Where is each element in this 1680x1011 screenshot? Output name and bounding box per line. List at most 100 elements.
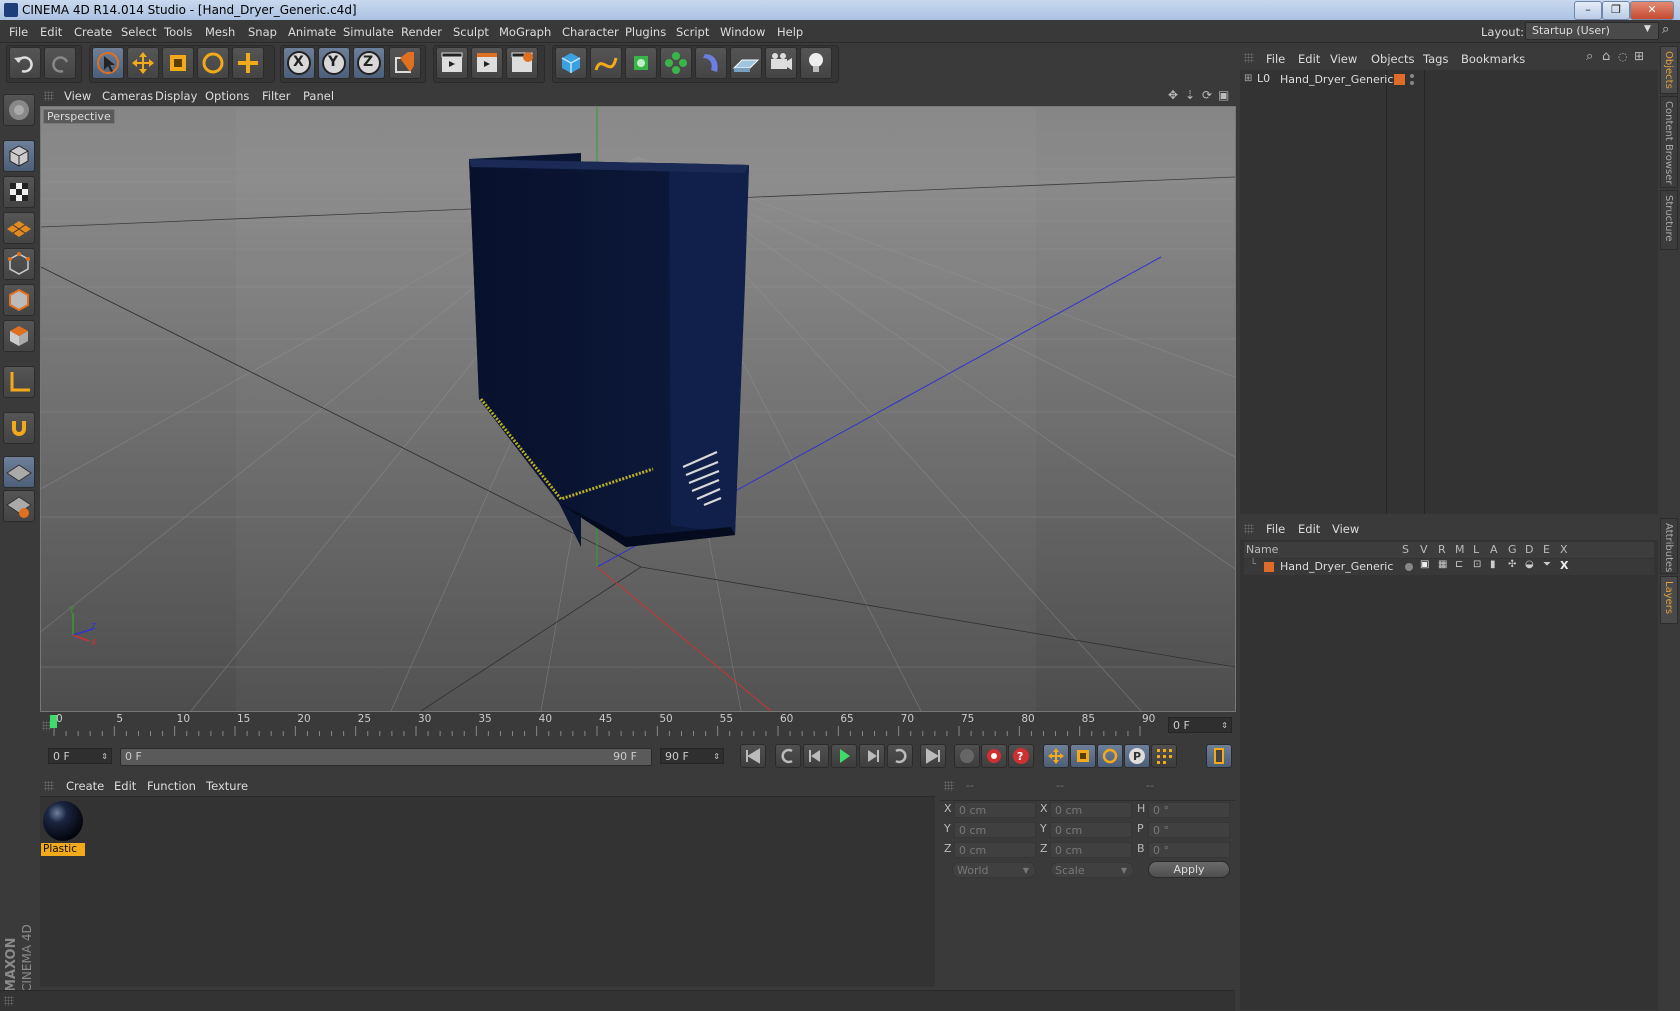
layer-menu-view[interactable]: View <box>1332 522 1359 536</box>
pos-y-field[interactable]: 0 cm <box>954 822 1036 838</box>
tab-structure[interactable]: Structure <box>1660 190 1678 250</box>
end-frame-field[interactable]: 90 F ⇕ <box>660 748 724 764</box>
menu-simulate[interactable]: Simulate <box>343 25 394 39</box>
obj-menu-objects[interactable]: Objects <box>1371 52 1414 66</box>
tab-attributes[interactable]: Attributes <box>1660 518 1678 574</box>
obj-menu-tags[interactable]: Tags <box>1423 52 1448 66</box>
obj-menu-view[interactable]: View <box>1330 52 1357 66</box>
visible-icon[interactable]: ▣ <box>1420 559 1429 570</box>
layer-col-m[interactable]: M <box>1455 543 1465 556</box>
autokey-icon[interactable] <box>981 744 1007 768</box>
search-icon[interactable]: ⌕ <box>1662 22 1669 37</box>
menu-render[interactable]: Render <box>401 25 442 39</box>
timeline-window-icon[interactable] <box>1206 744 1232 768</box>
rot-p-field[interactable]: 0 ° <box>1148 822 1230 838</box>
vp-menu-filter[interactable]: Filter <box>262 89 290 103</box>
layer-col-s[interactable]: S <box>1402 543 1409 556</box>
render-settings-icon[interactable] <box>506 47 538 79</box>
menu-select[interactable]: Select <box>121 25 156 39</box>
layer-menu-edit[interactable]: Edit <box>1298 522 1320 536</box>
stepper-icon[interactable]: ⇕ <box>101 749 108 765</box>
vp-zoom-icon[interactable]: ⇣ <box>1185 88 1195 102</box>
prev-frame-icon[interactable] <box>803 744 829 768</box>
obj-menu-edit[interactable]: Edit <box>1298 52 1320 66</box>
lock-workplane-icon[interactable] <box>3 490 35 522</box>
lock-icon[interactable]: ⊡ <box>1473 559 1481 570</box>
cube-icon[interactable] <box>555 47 587 79</box>
scale-icon[interactable] <box>162 47 194 79</box>
start-frame-field[interactable]: 0 F ⇕ <box>48 748 112 764</box>
add-icon[interactable] <box>232 47 264 79</box>
edges-mode-icon[interactable] <box>3 284 35 316</box>
maximize-button[interactable]: ❐ <box>1602 1 1630 20</box>
mat-menu-function[interactable]: Function <box>147 779 196 793</box>
xref-icon[interactable]: X <box>1560 559 1568 572</box>
perspective-viewport[interactable]: Y X Z Perspective <box>40 106 1236 712</box>
menu-mesh[interactable]: Mesh <box>205 25 235 39</box>
tab-content-browser[interactable]: Content Browser <box>1660 96 1678 188</box>
material-item[interactable]: Plastic <box>41 799 85 857</box>
array-icon[interactable] <box>660 47 692 79</box>
menu-character[interactable]: Character <box>562 25 619 39</box>
workplane-icon[interactable] <box>3 212 35 244</box>
current-frame-field[interactable]: 0 F ⇕ <box>1168 717 1232 733</box>
vp-maximize-icon[interactable]: ▣ <box>1218 88 1229 102</box>
size-y-field[interactable]: 0 cm <box>1050 822 1132 838</box>
next-key-icon[interactable] <box>887 744 913 768</box>
layer-name[interactable]: Hand_Dryer_Generic <box>1280 560 1393 573</box>
prev-key-icon[interactable] <box>775 744 801 768</box>
undo-icon[interactable] <box>9 47 41 79</box>
layer-col-g[interactable]: G <box>1508 543 1517 556</box>
menu-window[interactable]: Window <box>720 25 765 39</box>
object-name[interactable]: Hand_Dryer_Generic <box>1280 73 1393 86</box>
layer-col-d[interactable]: D <box>1525 543 1533 556</box>
coordinate-system-icon[interactable] <box>389 47 421 79</box>
expand-icon[interactable]: ⊞ <box>1244 73 1252 84</box>
editor-visibility-dot[interactable] <box>1410 74 1414 78</box>
redo-icon[interactable] <box>44 47 76 79</box>
layer-col-r[interactable]: R <box>1438 543 1446 556</box>
rotate-icon[interactable] <box>197 47 229 79</box>
layer-col-a[interactable]: A <box>1490 543 1498 556</box>
z-axis-icon[interactable]: Z <box>353 47 385 79</box>
move-icon[interactable] <box>127 47 159 79</box>
mat-menu-texture[interactable]: Texture <box>206 779 248 793</box>
goto-end-icon[interactable] <box>920 744 946 768</box>
live-selection-icon[interactable] <box>92 47 124 79</box>
timeline-ruler[interactable]: 0 5 10 15 20 25 30 35 40 45 50 55 60 65 70 75 80 85 90 0 F… <box>40 712 1235 740</box>
viewport-label[interactable]: Perspective <box>43 109 115 124</box>
snap-grid-icon[interactable] <box>3 456 35 488</box>
pos-z-field[interactable]: 0 cm <box>954 842 1036 858</box>
new-window-icon[interactable]: ⊞ <box>1634 49 1644 63</box>
y-axis-icon[interactable]: Y <box>318 47 350 79</box>
vp-menu-view[interactable]: View <box>64 89 91 103</box>
render-icon[interactable]: ▦ <box>1438 559 1447 570</box>
texture-mode-icon[interactable] <box>3 176 35 208</box>
polygons-mode-icon[interactable] <box>3 320 35 352</box>
menu-plugins[interactable]: Plugins <box>625 25 666 39</box>
key-rotation-icon[interactable] <box>1097 744 1123 768</box>
model-mode-icon[interactable] <box>3 140 35 172</box>
menu-animate[interactable]: Animate <box>288 25 336 39</box>
layer-col-e[interactable]: E <box>1543 543 1550 556</box>
manager-icon[interactable]: ⊏ <box>1455 559 1463 570</box>
size-z-field[interactable]: 0 cm <box>1050 842 1132 858</box>
frame-range-slider[interactable]: 0 F 90 F <box>120 748 652 766</box>
key-pla-icon[interactable] <box>1151 744 1177 768</box>
layer-col-l[interactable]: L <box>1473 543 1479 556</box>
layer-color-icon[interactable] <box>1264 562 1274 572</box>
layer-color-icon[interactable] <box>1394 74 1405 85</box>
coord-transform-select[interactable]: Scale ▼ <box>1050 862 1134 878</box>
key-scale-icon[interactable] <box>1070 744 1096 768</box>
layer-col-name[interactable]: Name <box>1246 543 1278 556</box>
vp-menu-options[interactable]: Options <box>205 89 249 103</box>
camera-icon[interactable] <box>765 47 797 79</box>
object-row[interactable]: ⊞ L0 Hand_Dryer_Generic <box>1244 72 1644 88</box>
vp-menu-cameras[interactable]: Cameras <box>102 89 153 103</box>
close-button[interactable]: ✕ <box>1630 1 1674 20</box>
render-visibility-dot[interactable] <box>1410 81 1414 85</box>
floor-icon[interactable] <box>730 47 762 79</box>
menu-file[interactable]: File <box>9 25 28 39</box>
layer-col-v[interactable]: V <box>1420 543 1428 556</box>
light-icon[interactable] <box>800 47 832 79</box>
